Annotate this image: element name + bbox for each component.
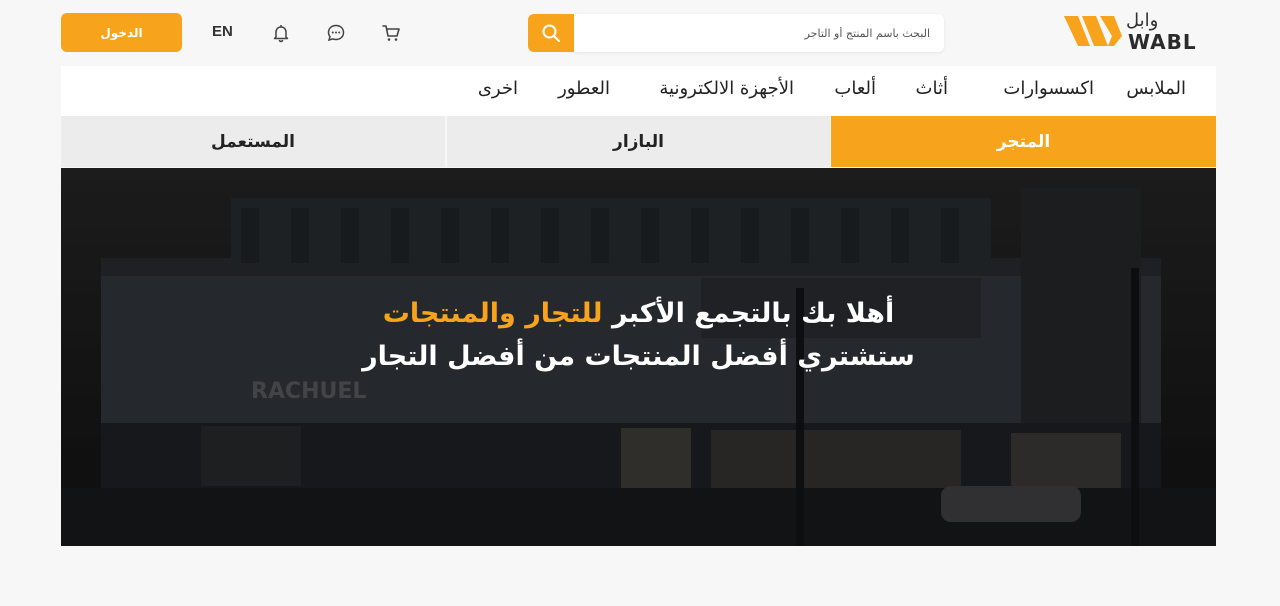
cart-button[interactable] <box>380 22 402 44</box>
hero-subheadline: ستشتري أفضل المنتجات من أفضل التجار <box>362 341 915 372</box>
category-perfumes[interactable]: العطور <box>558 78 610 99</box>
search-button[interactable] <box>528 14 574 52</box>
logo-text-arabic: وابل <box>1126 10 1159 31</box>
hero-text: أهلا بك بالتجمع الأكبر للتجار والمنتجات … <box>61 294 1216 380</box>
search-bar <box>528 14 944 52</box>
logo-text-english: WABL <box>1128 30 1197 54</box>
category-nav: الملابس اكسسوارات أثاث ألعاب الأجهزة الا… <box>61 66 1216 116</box>
category-toys[interactable]: ألعاب <box>834 78 876 99</box>
chat-button[interactable] <box>325 22 347 44</box>
store-tabs: المتجر البازار المستعمل <box>61 116 1216 167</box>
search-icon <box>542 24 560 42</box>
category-accessories[interactable]: اكسسوارات <box>1003 78 1094 99</box>
tab-store[interactable]: المتجر <box>831 116 1216 167</box>
category-furniture[interactable]: أثاث <box>916 78 948 99</box>
logo-mark-icon <box>1064 16 1122 46</box>
login-button[interactable]: الدخول <box>61 13 182 52</box>
hero-headline: أهلا بك بالتجمع الأكبر للتجار والمنتجات <box>61 294 1216 334</box>
category-electronics[interactable]: الأجهزة الالكترونية <box>659 78 794 99</box>
tab-used[interactable]: المستعمل <box>61 116 445 167</box>
hero-headline-prefix: أهلا بك بالتجمع الأكبر <box>611 298 895 329</box>
tab-bazaar[interactable]: البازار <box>447 116 830 167</box>
top-header: وابل WABL البحث باسم المنتج أو التاجر EN… <box>0 0 1280 64</box>
search-input[interactable] <box>574 14 944 52</box>
bell-icon <box>273 25 289 43</box>
hero-banner: RACHUEL أهلا بك بالتجمع الأكبر للتجار وا… <box>61 168 1216 546</box>
category-other[interactable]: اخرى <box>478 78 518 99</box>
category-clothes[interactable]: الملابس <box>1126 78 1186 99</box>
language-switch[interactable]: EN <box>212 23 233 40</box>
cart-icon <box>382 25 400 41</box>
notifications-button[interactable] <box>270 22 292 44</box>
chat-icon <box>327 24 345 42</box>
brand-logo[interactable]: وابل WABL <box>1064 10 1218 54</box>
hero-headline-highlight: للتجار والمنتجات <box>382 298 603 329</box>
